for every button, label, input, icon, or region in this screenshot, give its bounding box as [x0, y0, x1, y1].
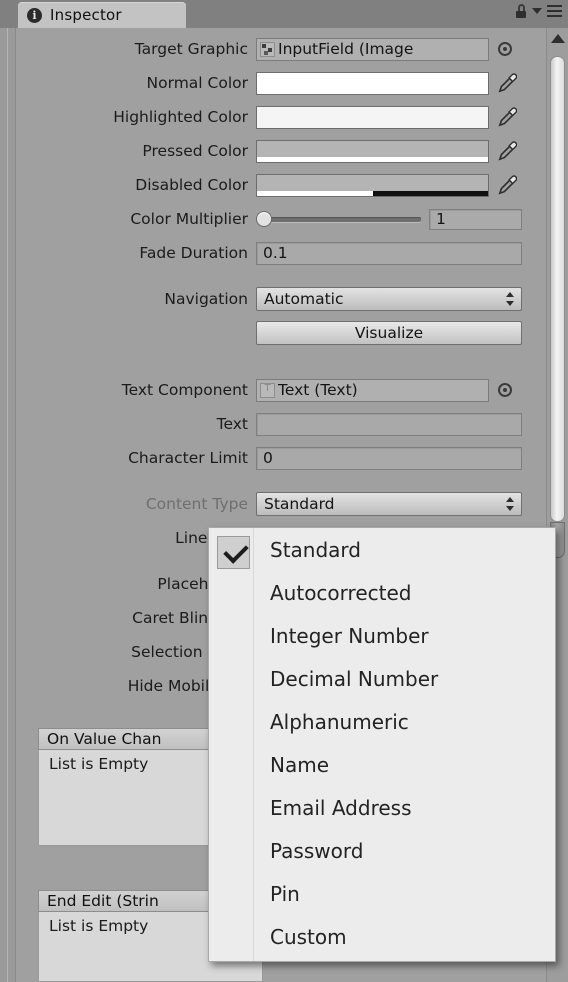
row-normal-color: Normal Color — [16, 66, 552, 100]
target-graphic-object-field[interactable]: InputField (Image — [256, 37, 489, 61]
visualize-button[interactable]: Visualize — [256, 321, 522, 345]
label-pressed-color: Pressed Color — [142, 142, 248, 160]
menu-item-custom[interactable]: Custom — [209, 915, 555, 958]
menu-item-email-address[interactable]: Email Address — [209, 786, 555, 829]
row-color-multiplier: Color Multiplier 1 — [16, 202, 552, 236]
navigation-value: Automatic — [264, 290, 344, 308]
eyedropper-icon[interactable] — [497, 140, 517, 162]
label-content-type: Content Type — [145, 495, 248, 513]
scroll-up-arrow-icon[interactable] — [550, 34, 565, 43]
tab-inspector-label: Inspector — [50, 6, 122, 24]
panel-left-edge — [0, 28, 16, 982]
color-multiplier-value[interactable]: 1 — [429, 208, 522, 230]
normal-color-swatch[interactable] — [256, 71, 489, 95]
menu-item-label: Autocorrected — [270, 580, 412, 605]
menu-item-autocorrected[interactable]: Autocorrected — [209, 571, 555, 614]
row-text-component: Text Component Text (Text) — [16, 373, 552, 407]
content-type-dropdown[interactable]: Standard — [256, 492, 522, 516]
text-component-object-field[interactable]: Text (Text) — [256, 378, 489, 402]
disabled-color-swatch[interactable] — [256, 173, 489, 197]
label-highlighted-color: Highlighted Color — [113, 108, 248, 126]
lock-icon[interactable] — [515, 4, 527, 18]
menu-item-name[interactable]: Name — [209, 743, 555, 786]
row-target-graphic: Target Graphic InputField (Image — [16, 32, 552, 66]
hamburger-menu-icon[interactable] — [547, 5, 562, 17]
target-graphic-value: InputField (Image — [278, 40, 414, 58]
color-multiplier-slider[interactable] — [256, 208, 421, 230]
eyedropper-icon[interactable] — [497, 106, 517, 128]
label-target-graphic: Target Graphic — [134, 40, 248, 58]
menu-item-label: Email Address — [270, 795, 412, 820]
titlebar-actions — [515, 4, 562, 18]
content-type-dropdown-menu[interactable]: Standard Autocorrected Integer Number De… — [208, 527, 556, 962]
text-component-icon — [260, 381, 275, 398]
menu-item-pin[interactable]: Pin — [209, 872, 555, 915]
menu-item-alphanumeric[interactable]: Alphanumeric — [209, 700, 555, 743]
row-disabled-color: Disabled Color — [16, 168, 552, 202]
updown-arrows-icon — [505, 497, 514, 511]
eyedropper-icon[interactable] — [497, 174, 517, 196]
fade-duration-input[interactable]: 0.1 — [256, 241, 522, 265]
label-text-component: Text Component — [121, 381, 248, 399]
scrollbar-thumb[interactable] — [550, 56, 565, 522]
menu-item-label: Decimal Number — [270, 666, 439, 691]
row-visualize: Visualize — [16, 316, 552, 350]
menu-item-label: Name — [270, 752, 330, 777]
highlighted-color-swatch[interactable] — [256, 105, 489, 129]
inspector-window: i Inspector Target Graphic InputField (I… — [0, 0, 568, 982]
info-circle-icon: i — [27, 7, 42, 23]
updown-arrows-icon — [505, 292, 514, 306]
row-pressed-color: Pressed Color — [16, 134, 552, 168]
menu-item-label: Custom — [270, 924, 347, 949]
menu-item-integer-number[interactable]: Integer Number — [209, 614, 555, 657]
eyedropper-icon[interactable] — [497, 72, 517, 94]
window-titlebar: i Inspector — [0, 0, 568, 28]
row-fade-duration: Fade Duration 0.1 — [16, 236, 552, 270]
end-edit-empty-text: List is Empty — [49, 917, 149, 935]
on-value-changed-empty-text: List is Empty — [49, 755, 149, 773]
content-type-value: Standard — [264, 495, 335, 513]
pressed-color-swatch[interactable] — [256, 139, 489, 163]
chevron-down-icon[interactable] — [532, 8, 542, 14]
text-input[interactable] — [256, 412, 522, 436]
row-navigation: Navigation Automatic — [16, 282, 552, 316]
menu-item-label: Standard — [270, 537, 361, 562]
label-fade-duration: Fade Duration — [139, 244, 248, 262]
row-text: Text — [16, 407, 552, 441]
navigation-dropdown[interactable]: Automatic — [256, 287, 522, 311]
menu-item-standard[interactable]: Standard — [209, 528, 555, 571]
menu-item-label: Password — [270, 838, 364, 863]
menu-item-label: Pin — [270, 881, 300, 906]
label-disabled-color: Disabled Color — [135, 176, 248, 194]
label-text: Text — [216, 415, 248, 433]
menu-item-password[interactable]: Password — [209, 829, 555, 872]
label-navigation: Navigation — [164, 290, 248, 308]
text-component-value: Text (Text) — [278, 381, 358, 399]
row-character-limit: Character Limit 0 — [16, 441, 552, 475]
object-picker-icon[interactable] — [498, 42, 512, 56]
row-content-type: Content Type Standard — [16, 487, 552, 521]
character-limit-input[interactable]: 0 — [256, 446, 522, 470]
slider-handle[interactable] — [256, 211, 272, 227]
menu-item-label: Integer Number — [270, 623, 429, 648]
menu-item-label: Alphanumeric — [270, 709, 409, 734]
label-normal-color: Normal Color — [146, 74, 248, 92]
menu-item-decimal-number[interactable]: Decimal Number — [209, 657, 555, 700]
row-highlighted-color: Highlighted Color — [16, 100, 552, 134]
sprite-icon — [260, 41, 275, 57]
label-character-limit: Character Limit — [128, 449, 248, 467]
label-color-multiplier: Color Multiplier — [130, 210, 248, 228]
object-picker-icon[interactable] — [498, 383, 512, 397]
tab-inspector[interactable]: i Inspector — [18, 2, 186, 28]
